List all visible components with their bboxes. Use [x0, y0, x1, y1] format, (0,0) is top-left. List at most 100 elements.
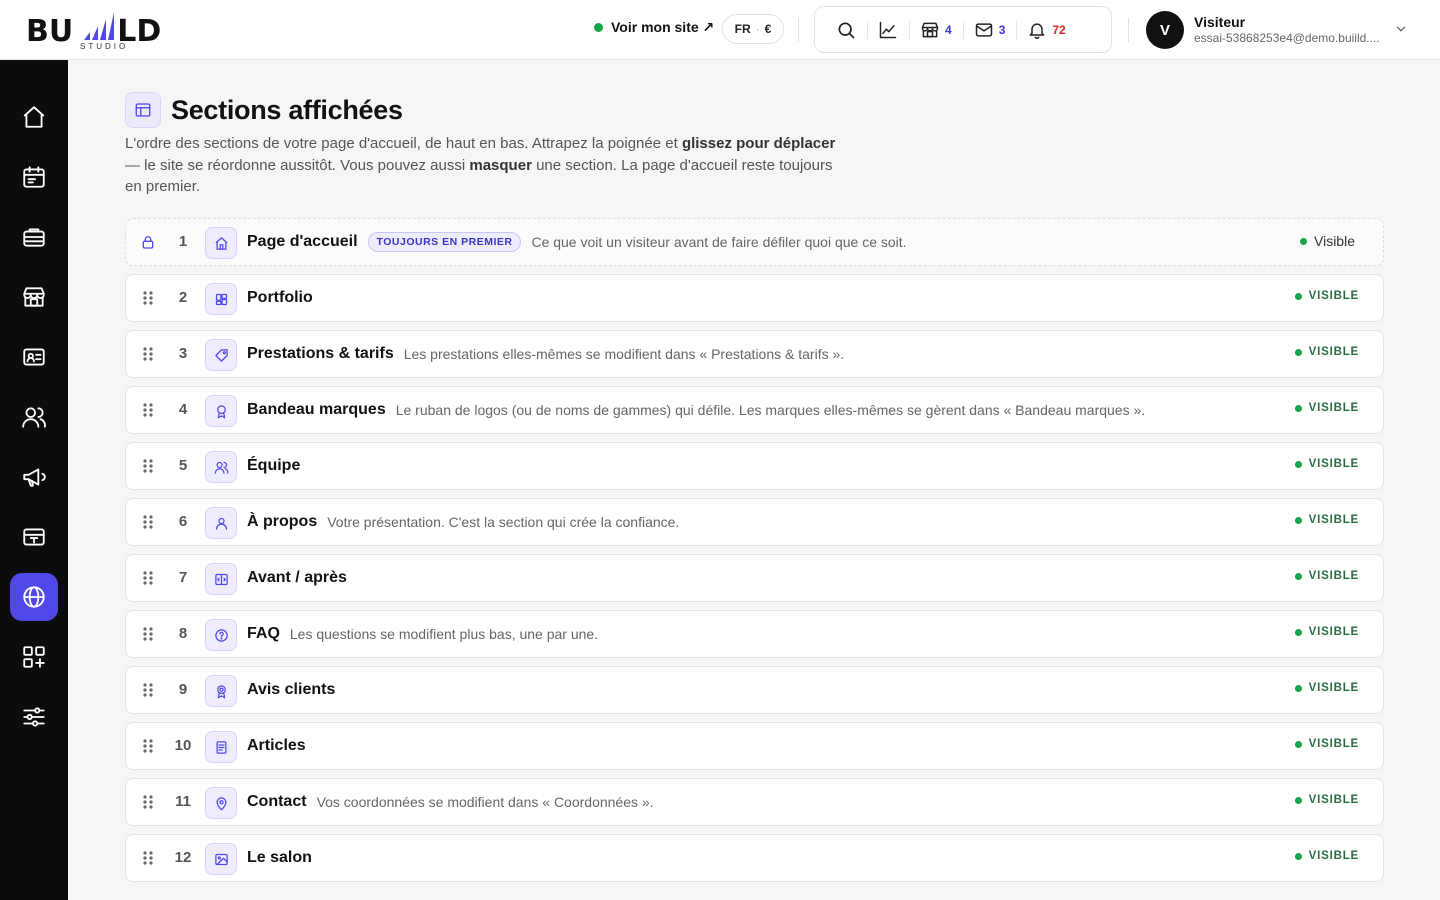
visibility-toggle[interactable]: VISIBLE — [1294, 402, 1359, 414]
drag-handle-icon[interactable] — [140, 626, 156, 642]
language-label: FR — [734, 22, 751, 36]
user-menu[interactable]: V Visiteur essai-53868253e4@demo.buiild.… — [1146, 10, 1416, 50]
image-icon — [205, 843, 237, 875]
layout-icon — [125, 92, 161, 128]
sidebar — [0, 60, 68, 900]
users-icon — [22, 407, 46, 428]
section-number: 9 — [178, 681, 188, 698]
shop-button[interactable]: 4 — [909, 7, 963, 52]
lock-icon — [142, 236, 154, 249]
section-number: 4 — [178, 401, 188, 418]
drag-handle-icon[interactable] — [140, 290, 156, 306]
pin-icon — [205, 787, 237, 819]
section-number: 8 — [178, 625, 188, 642]
messages-count: 3 — [998, 22, 1006, 37]
status-dot — [1294, 348, 1302, 356]
status-dot — [1300, 237, 1307, 245]
notifications-button[interactable]: 72 — [1016, 7, 1076, 52]
logo[interactable]: BU LD STUDIO — [26, 8, 186, 52]
messages-button[interactable]: 3 — [962, 7, 1017, 52]
sidebar-item-billing[interactable] — [10, 513, 58, 561]
section-number: 10 — [174, 737, 192, 754]
search-icon — [838, 22, 855, 38]
visibility-toggle[interactable]: VISIBLE — [1294, 346, 1359, 358]
page-description: L'ordre des sections de votre page d'acc… — [125, 135, 836, 195]
pill-separator: · — [755, 22, 760, 36]
users-icon — [205, 451, 237, 483]
sidebar-item-shop[interactable] — [10, 273, 58, 321]
user-email: essai-53868253e4@demo.buiild.... — [1194, 31, 1380, 45]
section-name: Avant / après — [247, 569, 347, 586]
visibility-toggle[interactable]: VISIBLE — [1294, 570, 1359, 582]
status-dot — [1294, 628, 1302, 636]
section-row[interactable]: 12 Le salon VISIBLE — [125, 834, 1384, 882]
visibility-toggle[interactable]: VISIBLE — [1294, 794, 1359, 806]
sidebar-item-contacts[interactable] — [10, 333, 58, 381]
id-card-icon — [23, 348, 45, 366]
visibility-label: VISIBLE — [1308, 682, 1359, 694]
section-row[interactable]: 11 Contact Vos coordonnées se modifient da… — [125, 778, 1384, 826]
sidebar-item-services[interactable] — [10, 213, 58, 261]
toolbar: 4 3 72 — [814, 6, 1112, 53]
drag-handle-icon[interactable] — [140, 738, 156, 754]
section-number: 6 — [178, 513, 188, 530]
sidebar-item-settings[interactable] — [10, 693, 58, 741]
view-site-link[interactable]: Voir mon site ↗ — [594, 19, 714, 36]
section-name: Articles — [247, 737, 306, 754]
section-name: Prestations & tarifs — [247, 345, 394, 362]
main-content: Sections affichées L'ordre des sections … — [125, 92, 1384, 882]
section-name: FAQ — [247, 625, 280, 642]
search-button[interactable] — [825, 7, 867, 52]
section-row[interactable]: 5 Équipe VISIBLE — [125, 442, 1384, 490]
chevron-down-icon — [1396, 26, 1406, 32]
avatar: V — [1146, 11, 1184, 49]
sidebar-item-apps[interactable] — [10, 633, 58, 681]
section-row[interactable]: 9 Avis clients VISIBLE — [125, 666, 1384, 714]
section-row[interactable]: 7 Avant / après VISIBLE — [125, 554, 1384, 602]
home-icon — [205, 227, 237, 259]
visibility-toggle[interactable]: VISIBLE — [1294, 458, 1359, 470]
status-dot — [1294, 460, 1302, 468]
visibility-toggle[interactable]: VISIBLE — [1294, 682, 1359, 694]
sidebar-item-team[interactable] — [10, 393, 58, 441]
visibility-toggle[interactable]: VISIBLE — [1294, 290, 1359, 302]
visibility-toggle[interactable]: VISIBLE — [1294, 626, 1359, 638]
section-number: 5 — [178, 457, 188, 474]
drag-handle-icon[interactable] — [140, 794, 156, 810]
visibility-label: VISIBLE — [1308, 850, 1359, 862]
notifications-count: 72 — [1052, 22, 1066, 37]
award-icon — [205, 395, 237, 427]
section-row[interactable]: 4 Bandeau marques Le ruban de logos (ou de… — [125, 386, 1384, 434]
section-row[interactable]: 8 FAQ Les questions se modifient plus bas,… — [125, 610, 1384, 658]
help-icon — [205, 619, 237, 651]
section-row[interactable]: 10 Articles VISIBLE — [125, 722, 1384, 770]
drag-handle-icon[interactable] — [140, 682, 156, 698]
home-icon — [23, 106, 45, 128]
drag-handle-icon[interactable] — [140, 346, 156, 362]
sidebar-item-marketing[interactable] — [10, 453, 58, 501]
section-row[interactable]: 6 À propos Votre présentation. C'est la se… — [125, 498, 1384, 546]
section-row[interactable]: 3 Prestations & tarifs Les prestations ell… — [125, 330, 1384, 378]
visibility-toggle[interactable]: VISIBLE — [1294, 514, 1359, 526]
sidebar-item-calendar[interactable] — [10, 153, 58, 201]
section-row[interactable]: 2 Portfolio VISIBLE — [125, 274, 1384, 322]
compare-icon — [205, 563, 237, 595]
drag-handle-icon[interactable] — [140, 850, 156, 866]
drag-handle-icon[interactable] — [140, 402, 156, 418]
sidebar-item-home[interactable] — [10, 93, 58, 141]
sidebar-item-website[interactable] — [10, 573, 58, 621]
language-currency-pill[interactable]: FR · € — [722, 14, 784, 44]
drag-handle-icon[interactable] — [140, 570, 156, 586]
always-first-badge: TOUJOURS EN PREMIER — [367, 232, 522, 252]
drag-handle-icon[interactable] — [140, 458, 156, 474]
visibility-label: VISIBLE — [1308, 626, 1359, 638]
divider — [798, 18, 799, 42]
section-description: Ce que voit un visiteur avant de faire d… — [531, 234, 907, 250]
calendar-icon — [23, 166, 45, 188]
stats-button[interactable] — [867, 7, 909, 52]
store-icon — [921, 22, 939, 37]
drag-handle-icon[interactable] — [140, 514, 156, 530]
visibility-toggle[interactable]: VISIBLE — [1294, 738, 1359, 750]
visibility-toggle[interactable]: VISIBLE — [1294, 850, 1359, 862]
section-name: Portfolio — [247, 289, 313, 306]
